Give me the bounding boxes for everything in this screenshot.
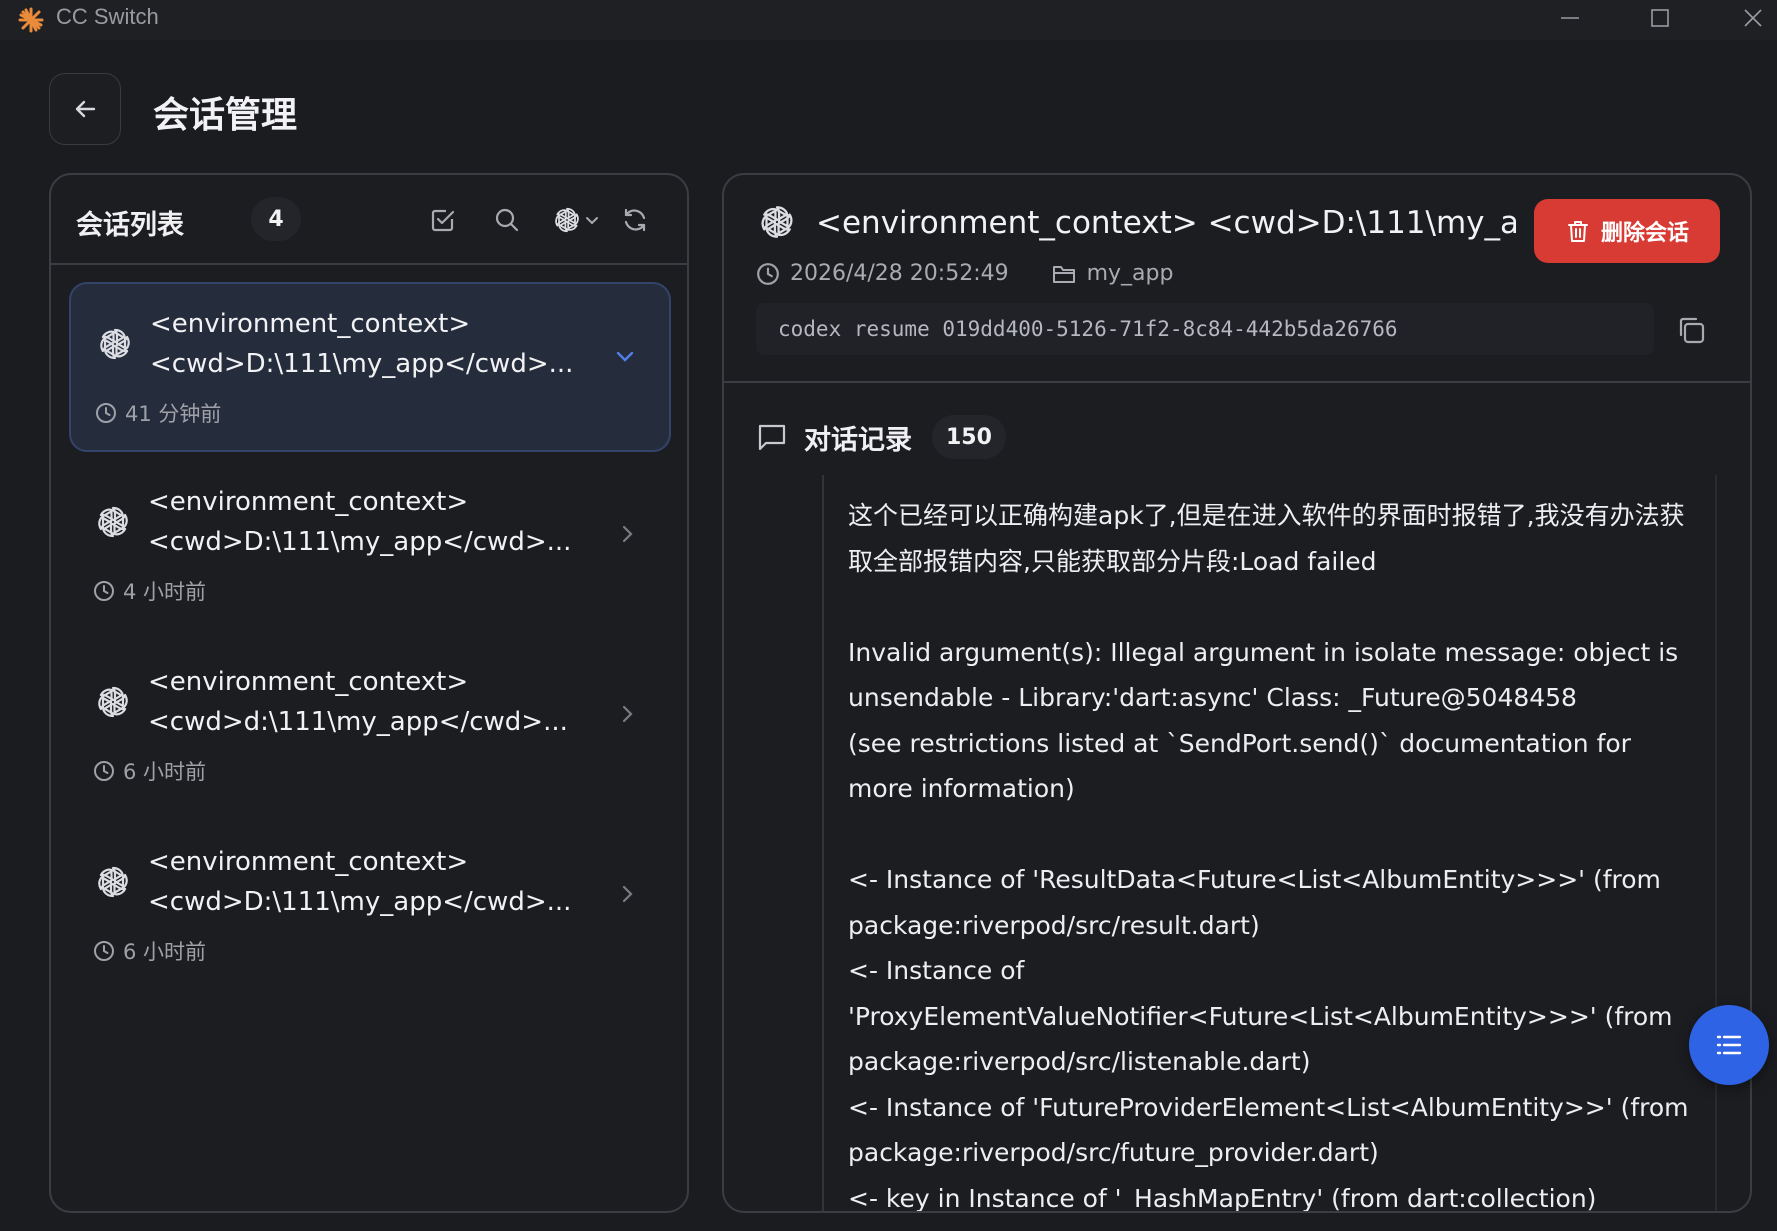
session-time: 4 小时前 [93, 576, 206, 606]
session-title-line: <cwd>D:\111\my_app</cwd>... [148, 887, 572, 917]
provider-filter-dropdown[interactable] [543, 202, 609, 238]
session-time: 6 小时前 [93, 936, 206, 966]
back-button[interactable] [49, 73, 121, 145]
session-list-item[interactable]: <environment_context> <cwd>D:\111\my_app… [69, 822, 671, 992]
chevron-down-icon [586, 217, 598, 225]
clock-icon [94, 581, 114, 601]
session-title-line: <environment_context> [148, 487, 469, 517]
page-title: 会话管理 [153, 95, 298, 136]
close-icon [1744, 9, 1762, 27]
openai-logo-icon [756, 201, 798, 243]
session-list-item[interactable]: <environment_context> <cwd>D:\111\my_app… [69, 282, 671, 452]
folder-icon [1052, 265, 1075, 283]
chevron-right-icon [622, 525, 633, 543]
message-text: 这个已经可以正确构建apk了,但是在进入软件的界面时报错了,我没有办法获取全部报… [848, 501, 1689, 1213]
session-title-line: <environment_context> [150, 309, 471, 339]
clock-icon [757, 262, 779, 285]
session-time-label: 41 分钟前 [125, 402, 222, 426]
message-bubble: 这个已经可以正确构建apk了,但是在进入软件的界面时报错了,我没有办法获取全部报… [822, 475, 1717, 1213]
conversation-title: 对话记录 [804, 424, 912, 456]
delete-session-label: 删除会话 [1600, 221, 1689, 246]
session-list-item[interactable]: <environment_context> <cwd>d:\111\my_app… [69, 642, 671, 812]
title-bar: CC Switch [0, 0, 1777, 40]
session-title-line: <cwd>D:\111\my_app</cwd>... [150, 349, 574, 379]
session-list-panel: 会话列表 4 <environment_context> <cwd>D:\111… [49, 173, 689, 1213]
trash-icon [1567, 221, 1588, 242]
window-title: CC Switch [56, 4, 159, 29]
session-timestamp: 2026/4/28 20:52:49 [790, 261, 1009, 286]
session-list-header: 会话列表 4 [51, 175, 687, 265]
minimize-button[interactable] [1540, 0, 1600, 36]
session-title: <environment_context> <cwd>d:\111\my_app… [148, 662, 588, 742]
session-count-badge: 4 [251, 197, 301, 241]
table-of-contents-button[interactable] [1689, 1005, 1769, 1085]
conversation-count-badge: 150 [932, 415, 1006, 459]
openai-logo-icon [93, 682, 133, 722]
select-mode-button[interactable] [425, 202, 461, 238]
sunburst-logo-icon [18, 7, 44, 33]
session-detail-panel: <environment_context> <cwd>D:\111\my_ap.… [722, 173, 1752, 1213]
resume-command-text: codex resume 019dd400-5126-71f2-8c84-442… [778, 317, 1398, 341]
session-title-line: <environment_context> [148, 667, 469, 697]
list-icon [1716, 1035, 1742, 1055]
session-title: <environment_context> <cwd>D:\111\my_app… [148, 842, 588, 922]
session-time: 41 分钟前 [95, 398, 221, 428]
minimize-icon [1561, 17, 1579, 19]
delete-session-button[interactable]: 删除会话 [1534, 199, 1720, 263]
openai-logo-icon [95, 324, 135, 364]
maximize-button[interactable] [1630, 0, 1690, 36]
session-list-title: 会话列表 [76, 210, 184, 241]
clock-icon [96, 403, 116, 423]
conversation-header: 对话记录 150 [756, 415, 1006, 459]
chat-bubble-icon [758, 424, 786, 451]
session-title: <environment_context> <cwd>D:\111\my_app… [148, 482, 588, 562]
session-time: 6 小时前 [93, 756, 206, 786]
refresh-button[interactable] [617, 202, 653, 238]
copy-icon[interactable] [1674, 313, 1708, 347]
session-list-item[interactable]: <environment_context> <cwd>D:\111\my_app… [69, 462, 671, 632]
refresh-icon [624, 208, 646, 232]
search-icon [495, 208, 519, 232]
session-time-label: 6 小时前 [123, 940, 207, 964]
clock-icon [94, 941, 114, 961]
session-detail-title: <environment_context> <cwd>D:\111\my_ap.… [816, 205, 1516, 241]
chevron-right-icon [622, 885, 633, 903]
clock-icon [94, 761, 114, 781]
chevron-right-icon [622, 705, 633, 723]
openai-logo-icon [93, 502, 133, 542]
openai-logo-icon [93, 862, 133, 902]
search-button[interactable] [489, 202, 525, 238]
session-detail-header: <environment_context> <cwd>D:\111\my_ap.… [724, 175, 1750, 383]
openai-logo-icon [551, 204, 583, 236]
session-title-line: <environment_context> [148, 847, 469, 877]
session-title-line: <cwd>d:\111\my_app</cwd>... [148, 707, 568, 737]
close-button[interactable] [1723, 0, 1777, 36]
maximize-icon [1651, 9, 1669, 27]
session-meta: 2026/4/28 20:52:49 my_app [756, 261, 1173, 286]
session-time-label: 6 小时前 [123, 760, 207, 784]
session-time-label: 4 小时前 [123, 580, 207, 604]
session-folder: my_app [1086, 261, 1174, 286]
chevron-down-icon [616, 351, 634, 362]
checkbox-icon [431, 209, 455, 232]
session-title-line: <cwd>D:\111\my_app</cwd>... [148, 527, 572, 557]
arrow-left-icon [75, 100, 96, 118]
resume-command: codex resume 019dd400-5126-71f2-8c84-442… [756, 303, 1654, 355]
session-title: <environment_context> <cwd>D:\111\my_app… [150, 304, 590, 384]
